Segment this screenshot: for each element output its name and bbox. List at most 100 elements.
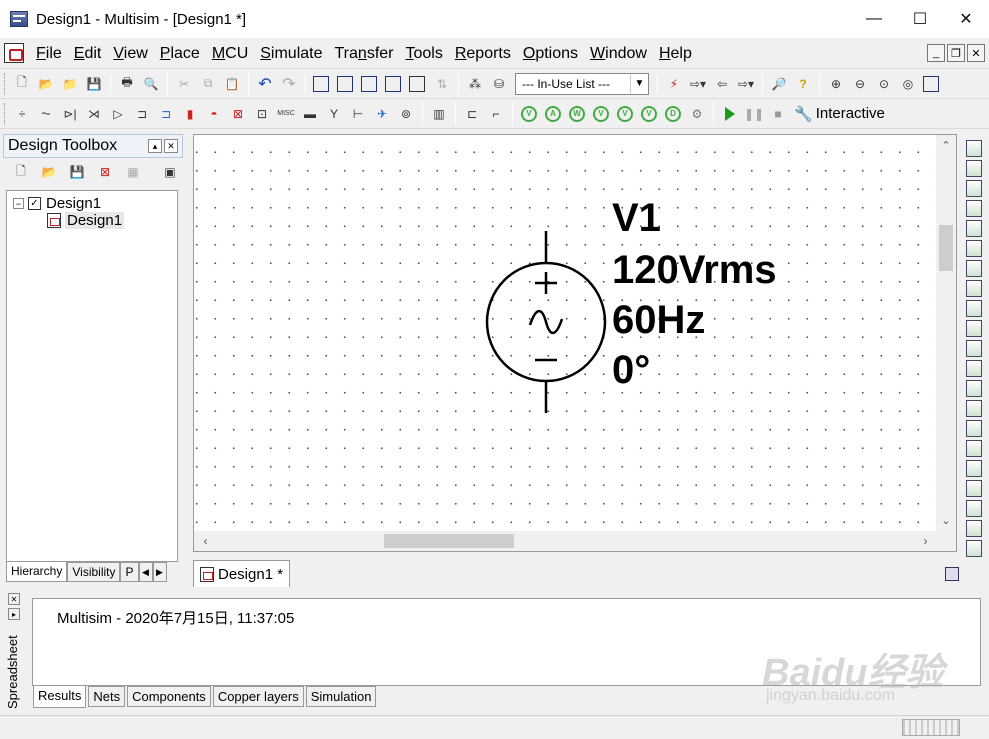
close-button[interactable]: ✕ xyxy=(943,0,989,38)
toolbar-grip[interactable] xyxy=(4,102,7,125)
place-diode-icon[interactable]: ⊳| xyxy=(59,103,81,125)
wattmeter-icon[interactable] xyxy=(966,180,982,197)
probe-differential-voltage-icon[interactable]: V xyxy=(590,103,612,125)
print-preview-icon[interactable]: 🔍 xyxy=(140,73,162,95)
spectrum-analyzer-icon[interactable] xyxy=(966,380,982,397)
collapse-icon[interactable]: − xyxy=(13,198,24,209)
project-view-icon[interactable]: ▣ xyxy=(159,161,181,183)
multimeter-icon[interactable] xyxy=(966,140,982,157)
database-manager-icon[interactable] xyxy=(359,73,381,95)
probe-voltage-icon[interactable]: V xyxy=(518,103,540,125)
agilent-oscilloscope-icon[interactable] xyxy=(966,460,982,477)
electrical-rules-check-icon[interactable]: ⚡ xyxy=(663,73,685,95)
toolbox-close-button[interactable]: ✕ xyxy=(164,139,178,153)
frequency-counter-icon[interactable] xyxy=(966,260,982,277)
place-mcu-icon[interactable]: ▥ xyxy=(428,103,450,125)
backannotate-icon[interactable]: ⇦ xyxy=(711,73,733,95)
tab-results[interactable]: Results xyxy=(33,686,87,708)
place-ni-component-icon[interactable]: ✈ xyxy=(371,103,393,125)
tab-simulation[interactable]: Simulation xyxy=(305,686,377,707)
probe-voltage-current-icon[interactable]: V xyxy=(614,103,636,125)
four-channel-oscilloscope-icon[interactable] xyxy=(966,220,982,237)
run-simulation-icon[interactable] xyxy=(719,103,741,125)
vertical-scroll-thumb[interactable] xyxy=(939,225,953,271)
scroll-down-icon[interactable]: ⌄ xyxy=(936,512,956,529)
current-clamp-icon[interactable] xyxy=(966,540,982,557)
agilent-multimeter-icon[interactable] xyxy=(966,440,982,457)
toolbox-pin-button[interactable]: ▴ xyxy=(148,139,162,153)
menu-simulate[interactable]: Simulate xyxy=(254,38,328,69)
probe-digital-icon[interactable]: D xyxy=(662,103,684,125)
minimize-button[interactable]: — xyxy=(851,0,897,38)
child-restore-button[interactable]: ❐ xyxy=(947,44,965,62)
place-connector-icon[interactable]: ⊚ xyxy=(395,103,417,125)
menu-window[interactable]: Window xyxy=(584,38,653,69)
menu-file[interactable]: File xyxy=(30,38,68,69)
tab-visibility[interactable]: Visibility xyxy=(67,562,121,582)
tab-hierarchy[interactable]: Hierarchy xyxy=(6,562,68,582)
child-minimize-button[interactable]: _ xyxy=(927,44,945,62)
zoom-out-icon[interactable]: ⊖ xyxy=(849,73,871,95)
tree-item-child[interactable]: Design1 xyxy=(47,212,125,229)
cut-icon[interactable]: ✂ xyxy=(173,73,195,95)
distortion-analyzer-icon[interactable] xyxy=(966,360,982,377)
spreadsheet-close-icon[interactable]: ✕ xyxy=(8,593,20,605)
toggle-toolbox-icon[interactable] xyxy=(311,73,333,95)
menu-transfer[interactable]: Transfer xyxy=(329,38,400,69)
checkbox-icon[interactable]: ✓ xyxy=(28,197,41,210)
place-transistor-icon[interactable]: ⋊ xyxy=(83,103,105,125)
place-bus-icon[interactable]: ⌐ xyxy=(485,103,507,125)
scroll-up-icon[interactable]: ⌃ xyxy=(936,137,956,154)
child-close-button[interactable]: ✕ xyxy=(967,44,985,62)
close-design-icon[interactable]: ⊠ xyxy=(94,161,116,183)
paste-icon[interactable]: 📋 xyxy=(221,73,243,95)
probe-reference-icon[interactable]: V xyxy=(638,103,660,125)
menu-options[interactable]: Options xyxy=(517,38,584,69)
place-indicator-icon[interactable]: ⊠ xyxy=(227,103,249,125)
redo-icon[interactable]: ↷ xyxy=(278,73,300,95)
place-ttl-icon[interactable]: ⊐ xyxy=(131,103,153,125)
sheet-properties-icon[interactable] xyxy=(945,567,959,581)
tab-components[interactable]: Components xyxy=(127,686,211,707)
menu-tools[interactable]: Tools xyxy=(399,38,448,69)
menu-view[interactable]: View xyxy=(107,38,153,69)
place-source-icon[interactable]: ÷ xyxy=(11,103,33,125)
open-design-icon[interactable]: 📂 xyxy=(38,161,60,183)
tab-project-view[interactable]: P xyxy=(120,562,139,582)
scroll-right-icon[interactable]: › xyxy=(917,531,934,551)
undo-icon[interactable]: ↶ xyxy=(254,73,276,95)
component-wizard-icon[interactable]: ⇅ xyxy=(431,73,453,95)
open-samples-icon[interactable]: 📁 xyxy=(59,73,81,95)
transfer-to-ultiboard-icon[interactable]: ⇨▾ xyxy=(687,73,709,95)
print-icon[interactable]: 🖶 xyxy=(116,73,138,95)
tab-copper-layers[interactable]: Copper layers xyxy=(212,686,304,707)
place-basic-icon[interactable]: ⏦ xyxy=(35,103,57,125)
logic-analyzer-icon[interactable] xyxy=(966,320,982,337)
zoom-in-icon[interactable]: ⊕ xyxy=(825,73,847,95)
stop-simulation-icon[interactable]: ■ xyxy=(767,103,789,125)
function-generator-icon[interactable] xyxy=(966,160,982,177)
place-electromechanical-icon[interactable]: ⊢ xyxy=(347,103,369,125)
in-use-list-dropdown[interactable]: --- In-Use List --- ▼ xyxy=(515,72,649,95)
menu-mcu[interactable]: MCU xyxy=(206,38,254,69)
copy-icon[interactable]: ⧉ xyxy=(197,73,219,95)
new-file-icon[interactable]: 🗋 xyxy=(11,73,33,95)
maximize-button[interactable]: ☐ xyxy=(897,0,943,38)
tab-scroll-right-icon[interactable]: ▶ xyxy=(152,562,167,582)
full-screen-icon[interactable] xyxy=(921,73,943,95)
place-power-component-icon[interactable]: ⊡ xyxy=(251,103,273,125)
bode-plotter-icon[interactable] xyxy=(966,240,982,257)
probe-settings-icon[interactable]: ⚙ xyxy=(686,103,708,125)
new-design-icon[interactable]: 🗋 xyxy=(10,161,32,183)
zoom-fit-icon[interactable]: ◎ xyxy=(897,73,919,95)
scroll-left-icon[interactable]: ‹ xyxy=(197,531,214,551)
measurement-probe-icon[interactable] xyxy=(966,500,982,517)
vertical-scrollbar[interactable]: ⌃ ⌄ xyxy=(936,135,956,531)
probe-current-icon[interactable]: A xyxy=(542,103,564,125)
tab-scroll-left-icon[interactable]: ◀ xyxy=(138,562,153,582)
help-icon[interactable]: ? xyxy=(792,73,814,95)
schematic-canvas[interactable]: V1 120Vrms 60Hz 0° xyxy=(194,135,937,531)
postprocessor-icon[interactable] xyxy=(407,73,429,95)
place-cmos-icon[interactable]: ⊐ xyxy=(155,103,177,125)
delete-design-icon[interactable]: ▦ xyxy=(122,161,144,183)
